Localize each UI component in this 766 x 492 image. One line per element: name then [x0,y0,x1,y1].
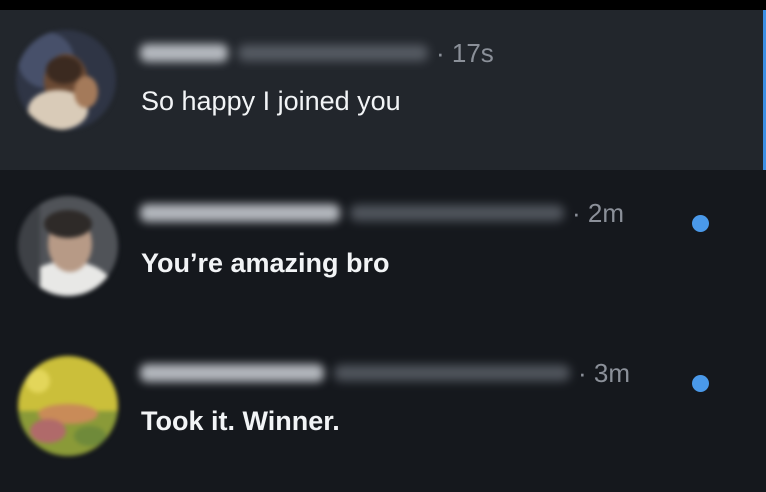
sender-name-redacted [140,44,228,62]
unread-indicator [692,375,709,392]
sender-handle-redacted [334,365,570,381]
unread-indicator [692,215,709,232]
conversation-meta: · 17s [140,38,494,68]
sender-name-redacted [140,204,340,222]
conversation-meta: · 3m [140,358,630,388]
message-preview: Took it. Winner. [141,406,340,436]
message-preview: You’re amazing bro [141,248,390,278]
avatar[interactable] [18,196,118,296]
timestamp: · 17s [436,37,494,68]
timestamp: · 2m [572,197,624,228]
top-bar [0,0,766,10]
timestamp: · 3m [578,357,630,388]
conversation-meta: · 2m [140,198,624,228]
sender-handle-redacted [350,205,564,221]
sender-name-redacted [140,364,324,382]
avatar[interactable] [18,356,118,456]
sender-handle-redacted [238,45,428,61]
message-preview: So happy I joined you [141,86,401,116]
avatar[interactable] [16,30,116,130]
